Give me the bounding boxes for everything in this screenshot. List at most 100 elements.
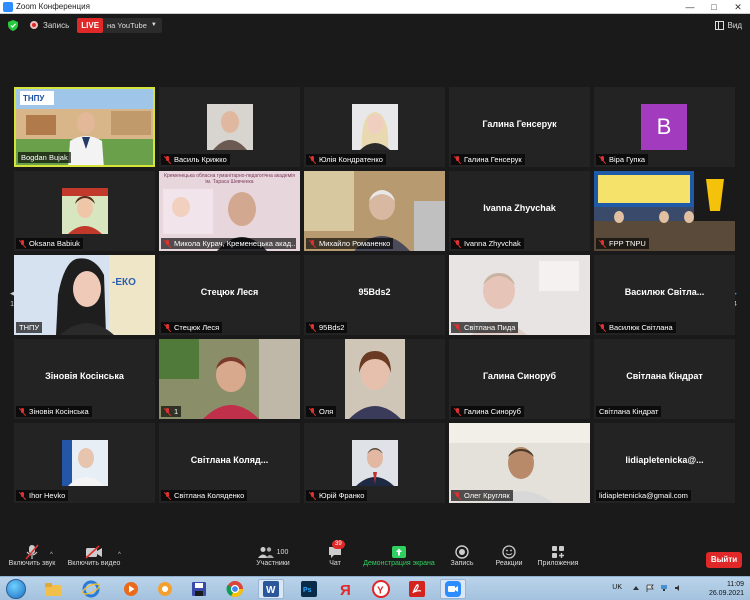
- participant-tile[interactable]: Світлана Пида: [449, 255, 590, 335]
- participant-tile[interactable]: Олег Кругляк: [449, 423, 590, 503]
- mic-muted-icon: [19, 239, 26, 248]
- participant-tile[interactable]: lidiapletenicka@... lidiapletenicka@gmai…: [594, 423, 735, 503]
- participant-tile[interactable]: Ihor Hevko: [14, 423, 155, 503]
- participant-name-label: FPP TNPU: [596, 238, 649, 249]
- video-options-caret-icon[interactable]: ^: [118, 552, 121, 558]
- participant-name-label: Микола Курач, Кременецька акад...: [161, 238, 296, 249]
- participant-tile[interactable]: Oksana Babiuk: [14, 171, 155, 251]
- reactions-button[interactable]: Реакции: [494, 544, 524, 567]
- mic-muted-icon: [164, 407, 171, 416]
- record-button[interactable]: Запись: [449, 544, 475, 567]
- taskbar-save-icon[interactable]: [186, 579, 212, 599]
- participants-button[interactable]: 100 Участники: [250, 544, 296, 567]
- participant-name-label: Ihor Hevko: [16, 490, 69, 501]
- participant-tile[interactable]: Юрій Франко: [304, 423, 445, 503]
- view-button[interactable]: Вид: [714, 20, 742, 30]
- participant-tile[interactable]: Галина Синоруб Галина Синоруб: [449, 339, 590, 419]
- participant-display-name: Стецюк Леся: [200, 287, 259, 297]
- participant-tile[interactable]: 1: [159, 339, 300, 419]
- taskbar-chrome-icon[interactable]: [222, 579, 248, 599]
- record-icon: [449, 544, 475, 560]
- participant-name-label: Oksana Babiuk: [16, 238, 83, 249]
- minimize-button[interactable]: —: [678, 0, 702, 14]
- svg-text:W: W: [266, 585, 276, 596]
- participant-name-label: Юрій Франко: [306, 490, 368, 501]
- share-screen-button[interactable]: Демонстрация экрана: [362, 544, 436, 567]
- mic-muted-icon: [454, 491, 461, 500]
- chat-label: Чат: [329, 560, 341, 567]
- participant-tile[interactable]: Стецюк Леся Стецюк Леся: [159, 255, 300, 335]
- participant-tile[interactable]: Галина Генсерук Галина Генсерук: [449, 87, 590, 167]
- start-video-label: Включить видео: [67, 560, 121, 567]
- audio-options-caret-icon[interactable]: ^: [50, 552, 53, 558]
- participant-photo: [207, 104, 253, 150]
- live-target-label: на YouTube: [107, 20, 147, 30]
- taskbar-explorer-icon[interactable]: [40, 579, 66, 599]
- leave-button[interactable]: Выйти: [706, 552, 742, 568]
- participant-tile[interactable]: Василюк Світла... Василюк Світлана: [594, 255, 735, 335]
- taskbar-zoom-icon[interactable]: [440, 579, 466, 599]
- participant-tile[interactable]: Юлія Кондратенко: [304, 87, 445, 167]
- start-video-button[interactable]: Включить видео: [64, 544, 124, 567]
- participant-tile[interactable]: Світлана Кіндрат Світлана Кіндрат: [594, 339, 735, 419]
- participant-tile[interactable]: Оля: [304, 339, 445, 419]
- recording-indicator[interactable]: Запись: [30, 21, 69, 30]
- participant-photo: [62, 440, 108, 486]
- participant-name-label: Світлана Кіндрат: [596, 406, 662, 417]
- participant-tile[interactable]: Ivanna Zhyvchak Ivanna Zhyvchak: [449, 171, 590, 251]
- security-shield-icon[interactable]: [8, 19, 18, 31]
- recording-label: Запись: [43, 20, 70, 30]
- taskbar-floppy-icon[interactable]: [152, 579, 178, 599]
- start-button[interactable]: [6, 579, 26, 599]
- participant-tile[interactable]: Світлана Коляд... Світлана Коляденко: [159, 423, 300, 503]
- share-screen-label: Демонстрация экрана: [363, 560, 435, 567]
- share-screen-icon: [362, 544, 436, 560]
- gallery-view-icon: [714, 20, 724, 30]
- participant-name-label: Віра Гупка: [596, 154, 649, 165]
- tray-network-icon[interactable]: [660, 584, 668, 592]
- taskbar-yandex-browser-icon[interactable]: Y: [368, 579, 394, 599]
- participant-name-label: 95Bds2: [306, 322, 348, 333]
- participant-photo: [352, 440, 398, 486]
- taskbar-internet-explorer-icon[interactable]: [78, 579, 104, 599]
- participant-name-label: Юлія Кондратенко: [306, 154, 386, 165]
- close-button[interactable]: ✕: [726, 0, 750, 14]
- participant-name-label: Василюк Світлана: [596, 322, 676, 333]
- smiley-icon: [494, 544, 524, 560]
- participant-display-name: Василюк Світла...: [624, 287, 705, 297]
- view-label: Вид: [727, 20, 742, 30]
- participant-display-name: Галина Генсерук: [482, 119, 557, 129]
- participant-tile[interactable]: Кременецька обласна гуманітарно-педагогі…: [159, 171, 300, 251]
- maximize-button[interactable]: □: [702, 0, 726, 14]
- language-indicator[interactable]: UK: [612, 584, 622, 591]
- mic-muted-icon: [309, 155, 316, 164]
- chat-button[interactable]: 39 Чат: [322, 540, 348, 567]
- participant-name-label: ТНПУ: [16, 322, 43, 333]
- participant-name-label: Михайло Романенко: [306, 238, 394, 249]
- svg-text:Я: Я: [340, 582, 351, 597]
- participant-tile[interactable]: FPP TNPU: [594, 171, 735, 251]
- live-stream-indicator[interactable]: LIVE на YouTube ▼: [77, 17, 162, 33]
- participant-name-label: 1: [161, 406, 182, 417]
- participant-tile[interactable]: B Віра Гупка: [594, 87, 735, 167]
- taskbar-photoshop-icon[interactable]: Ps: [296, 579, 322, 599]
- tray-flag-icon[interactable]: [646, 584, 654, 592]
- taskbar-word-icon[interactable]: W: [258, 579, 284, 599]
- tray-volume-icon[interactable]: [674, 584, 682, 592]
- participant-tile[interactable]: Михайло Романенко: [304, 171, 445, 251]
- participant-tile[interactable]: Зіновія Косінська Зіновія Косінська: [14, 339, 155, 419]
- chat-icon: 39: [322, 540, 348, 560]
- apps-button[interactable]: Приложения: [536, 544, 580, 567]
- taskbar-yandex-icon[interactable]: Я: [332, 579, 358, 599]
- participant-tile[interactable]: Василь Крижко: [159, 87, 300, 167]
- participant-tile[interactable]: ТНПУ Bogdan Bujak: [14, 87, 155, 167]
- taskbar-acrobat-icon[interactable]: [404, 579, 430, 599]
- system-clock[interactable]: 11:09 26.09.2021: [709, 580, 744, 598]
- participant-display-name: Галина Синоруб: [482, 371, 557, 381]
- tray-arrow-icon[interactable]: [632, 584, 640, 592]
- taskbar-media-player-icon[interactable]: [118, 579, 144, 599]
- participant-tile[interactable]: -ЕКО ТНПУ: [14, 255, 155, 335]
- participant-tile[interactable]: 95Bds2 95Bds2: [304, 255, 445, 335]
- window-titlebar: Zoom Конференция — □ ✕: [0, 0, 750, 14]
- participant-name-label: Світлана Пида: [451, 322, 519, 333]
